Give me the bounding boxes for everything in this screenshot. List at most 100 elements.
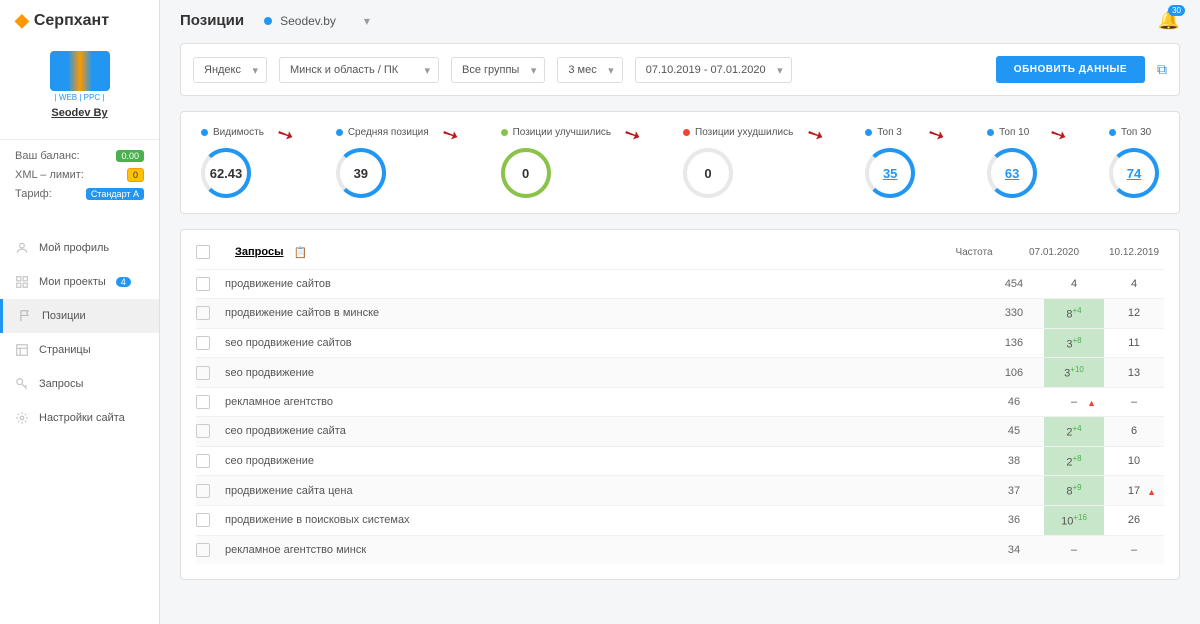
status-dot [264, 17, 272, 25]
row-checkbox[interactable] [196, 336, 210, 350]
table-row[interactable]: рекламное агентство минск 34 – – [196, 535, 1164, 564]
metrics-panel: Видимость➘ 62.43 Средняя позиция➘ 39 Поз… [180, 111, 1180, 214]
brand-text: Серпхант [34, 12, 109, 30]
cell-pos2: 10 [1104, 455, 1164, 467]
nav-positions[interactable]: Позиции [0, 299, 159, 333]
group-select[interactable]: Все группы [451, 57, 545, 83]
metric-1: Средняя позиция➘ 39 [336, 127, 429, 198]
query-text: продвижение сайтов [225, 278, 984, 290]
row-checkbox[interactable] [196, 395, 210, 409]
metric-label: Позиции ухудшились➘ [683, 127, 793, 138]
row-checkbox[interactable] [196, 277, 210, 291]
metric-ring[interactable]: 63 [987, 148, 1037, 198]
select-all-checkbox[interactable] [196, 245, 210, 259]
cell-pos2: 13 [1104, 367, 1164, 379]
cell-freq: 454 [984, 278, 1044, 290]
balance-value: 0.00 [116, 150, 144, 162]
filters-bar: Яндекс Минск и область / ПК Все группы 3… [180, 43, 1180, 96]
cell-pos2: 26 [1104, 514, 1164, 526]
cell-freq: 330 [984, 307, 1044, 319]
arrow-icon: ➘ [620, 120, 646, 150]
cell-pos2: 17▲ [1104, 485, 1164, 497]
copy-icon[interactable]: 📋 [293, 246, 307, 259]
cell-pos1: 10+16 [1044, 506, 1104, 535]
nav-label: Мой профиль [39, 242, 109, 254]
nav-profile[interactable]: Мой профиль [0, 231, 159, 265]
table-row[interactable]: продвижение в поисковых системах 36 10+1… [196, 505, 1164, 535]
table-row[interactable]: продвижение сайтов в минске 330 8+4 12 [196, 298, 1164, 328]
gear-icon [15, 411, 29, 425]
table-row[interactable]: сео продвижение сайта 45 2+4 6 [196, 416, 1164, 446]
cell-freq: 37 [984, 485, 1044, 497]
metric-label: Топ 30 [1109, 127, 1159, 138]
table-row[interactable]: рекламное агентство 46 –▲ – [196, 387, 1164, 416]
tariff-value: Стандарт А [86, 188, 144, 200]
sidebar: ◆ Серпхант | WEB | PPC | Seodev By Ваш б… [0, 0, 160, 624]
engine-select[interactable]: Яндекс [193, 57, 267, 83]
col-date1[interactable]: 07.01.2020 [1024, 247, 1084, 258]
period-select[interactable]: 3 мес [557, 57, 622, 83]
cell-pos2: 11 [1104, 337, 1164, 349]
col-date2[interactable]: 10.12.2019 [1104, 247, 1164, 258]
metric-4: Топ 3➘ 35 [865, 127, 915, 198]
table-row[interactable]: seo продвижение 106 3+10 13 [196, 357, 1164, 387]
metric-ring: 62.43 [201, 148, 251, 198]
table-row[interactable]: seo продвижение сайтов 136 3+8 11 [196, 328, 1164, 358]
cell-freq: 34 [984, 544, 1044, 556]
project-select[interactable]: Seodev.by ▾ [264, 14, 370, 28]
notifications-button[interactable]: 🔔 30 [1158, 10, 1180, 31]
cell-pos1: 4 [1044, 278, 1104, 290]
nav-queries[interactable]: Запросы [0, 367, 159, 401]
query-text: сео продвижение сайта [225, 425, 984, 437]
query-text: продвижение в поисковых системах [225, 514, 984, 526]
row-checkbox[interactable] [196, 484, 210, 498]
metric-ring: 0 [501, 148, 551, 198]
notifications-count: 30 [1168, 5, 1185, 16]
queries-header[interactable]: Запросы [235, 246, 283, 258]
row-checkbox[interactable] [196, 424, 210, 438]
grid-icon [15, 275, 29, 289]
project-name: Seodev.by [280, 14, 336, 28]
table-row[interactable]: продвижение сайта цена 37 8+9 17▲ [196, 475, 1164, 505]
key-icon [15, 377, 29, 391]
nav-projects[interactable]: Мои проекты 4 [0, 265, 159, 299]
nav-label: Настройки сайта [39, 412, 125, 424]
page-header: Позиции Seodev.by ▾ 🔔 30 [180, 10, 1180, 31]
row-checkbox[interactable] [196, 454, 210, 468]
row-checkbox[interactable] [196, 513, 210, 527]
col-frequency[interactable]: Частота [944, 247, 1004, 258]
profile-name[interactable]: Seodev By [10, 107, 149, 119]
metric-label: Позиции улучшились➘ [501, 127, 612, 138]
table-row[interactable]: сео продвижение 38 2+8 10 [196, 446, 1164, 476]
row-checkbox[interactable] [196, 366, 210, 380]
update-button[interactable]: ОБНОВИТЬ ДАННЫЕ [996, 56, 1145, 83]
table-row[interactable]: продвижение сайтов 454 4 4 [196, 269, 1164, 298]
region-select[interactable]: Минск и область / ПК [279, 57, 439, 83]
metric-ring[interactable]: 35 [865, 148, 915, 198]
external-link-icon[interactable]: ⧉ [1157, 61, 1167, 78]
layout-icon [15, 343, 29, 357]
nav-settings[interactable]: Настройки сайта [0, 401, 159, 435]
brand-logo[interactable]: ◆ Серпхант [0, 0, 159, 41]
metric-ring: 39 [336, 148, 386, 198]
tariff-label: Тариф: [15, 188, 52, 200]
cell-freq: 46 [984, 396, 1044, 408]
arrow-icon: ➘ [273, 120, 299, 150]
cell-freq: 38 [984, 455, 1044, 467]
xml-limit-value: 0 [127, 168, 144, 182]
metric-label: Средняя позиция➘ [336, 127, 429, 138]
metric-0: Видимость➘ 62.43 [201, 127, 264, 198]
page-title: Позиции [180, 12, 244, 29]
nav-pages[interactable]: Страницы [0, 333, 159, 367]
main: Позиции Seodev.by ▾ 🔔 30 Яндекс Минск и … [160, 0, 1200, 624]
row-checkbox[interactable] [196, 543, 210, 557]
row-checkbox[interactable] [196, 306, 210, 320]
cell-pos2: 12 [1104, 307, 1164, 319]
metric-6: Топ 30 74 [1109, 127, 1159, 198]
metric-dot [987, 129, 994, 136]
metric-ring[interactable]: 74 [1109, 148, 1159, 198]
flag-icon [18, 309, 32, 323]
daterange-select[interactable]: 07.10.2019 - 07.01.2020 [635, 57, 792, 83]
warn-icon: ▲ [1147, 487, 1156, 497]
query-text: продвижение сайтов в минске [225, 307, 984, 319]
